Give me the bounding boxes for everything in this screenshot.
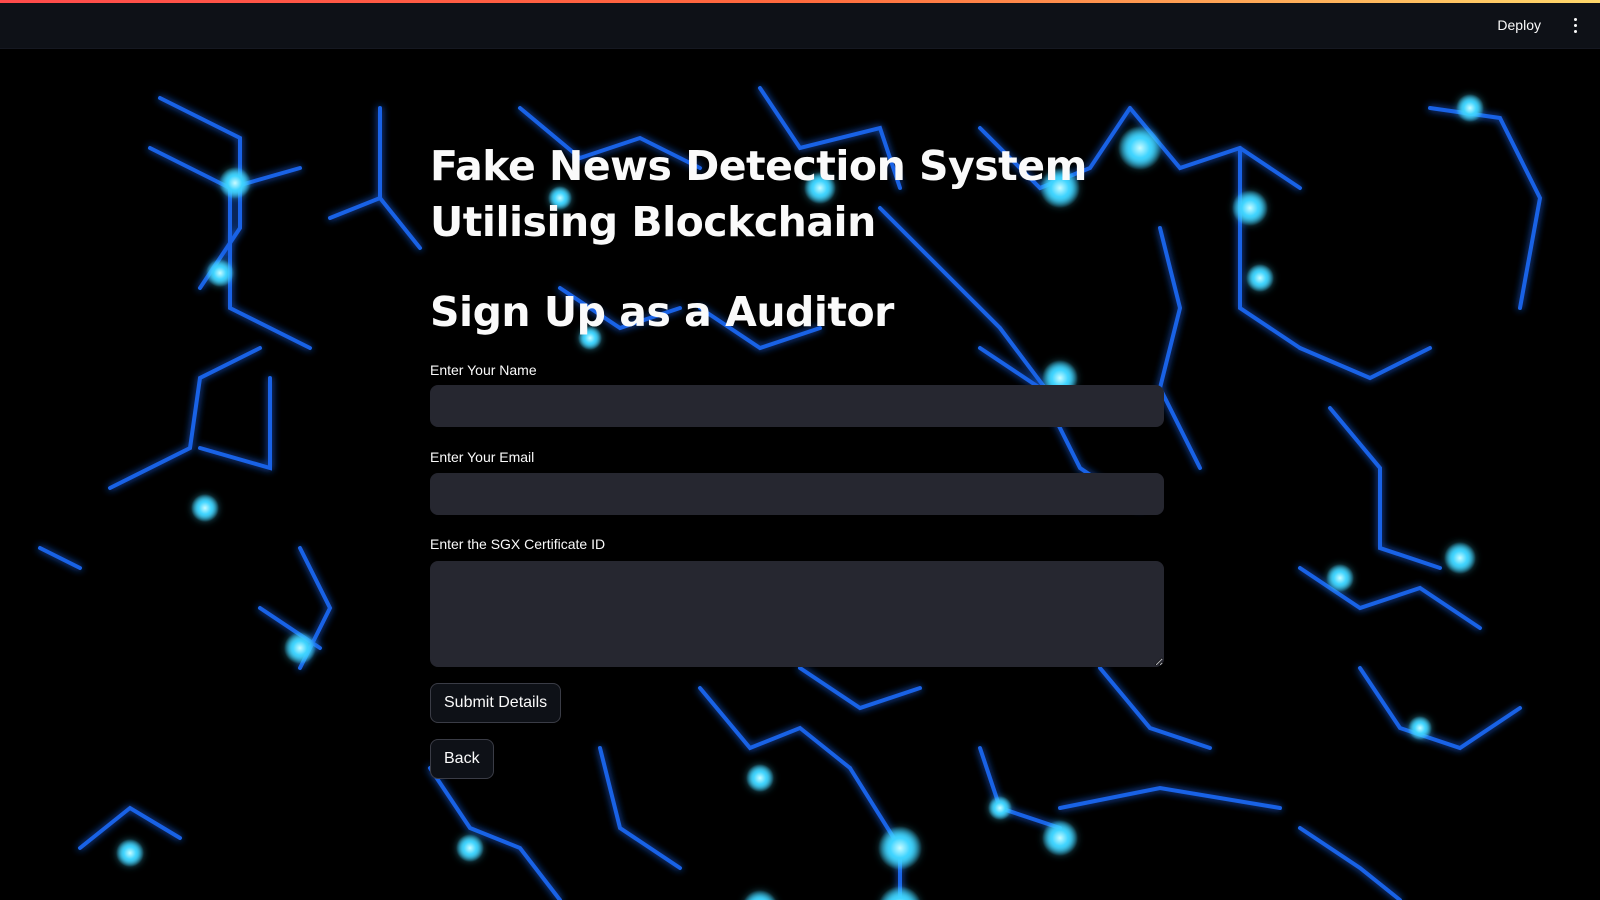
submit-details-button[interactable]: Submit Details [430, 683, 562, 723]
deploy-button[interactable]: Deploy [1491, 13, 1547, 37]
sgx-certificate-field-label: Enter the SGX Certificate ID [430, 536, 606, 552]
sgx-certificate-textarea[interactable] [430, 561, 1164, 667]
app-header: Deploy [0, 0, 1600, 49]
top-decoration-bar [0, 0, 1600, 3]
page-subtitle: Sign Up as a Auditor [430, 288, 894, 336]
page-title: Fake News Detection System Utilising Blo… [430, 142, 1087, 246]
back-button[interactable]: Back [430, 739, 494, 779]
app-page: Deploy Fake News Detection System Utilis… [0, 0, 1600, 900]
name-input[interactable] [430, 385, 1164, 427]
email-field-label: Enter Your Email [430, 449, 535, 465]
kebab-menu-icon[interactable] [1566, 14, 1584, 36]
name-field-label: Enter Your Name [430, 362, 537, 378]
email-input[interactable] [430, 473, 1164, 515]
